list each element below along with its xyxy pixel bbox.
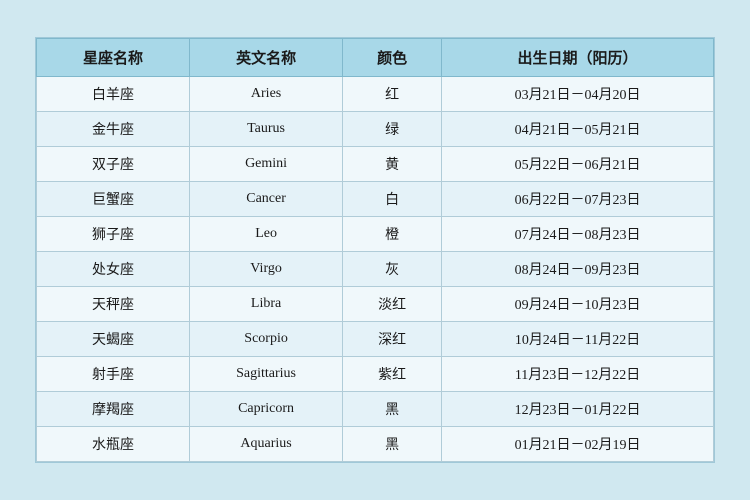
- cell-dates: 05月22日－06月21日: [442, 147, 714, 182]
- table-body: 白羊座Aries红03月21日－04月20日金牛座Taurus绿04月21日－0…: [37, 77, 714, 462]
- cell-color: 白: [343, 182, 442, 217]
- header-english-name: 英文名称: [190, 39, 343, 77]
- table-row: 摩羯座Capricorn黑12月23日－01月22日: [37, 392, 714, 427]
- table-row: 狮子座Leo橙07月24日－08月23日: [37, 217, 714, 252]
- table-row: 金牛座Taurus绿04月21日－05月21日: [37, 112, 714, 147]
- cell-chinese-name: 处女座: [37, 252, 190, 287]
- zodiac-table-container: 星座名称 英文名称 颜色 出生日期（阳历） 白羊座Aries红03月21日－04…: [35, 37, 715, 463]
- cell-english-name: Aries: [190, 77, 343, 112]
- cell-english-name: Capricorn: [190, 392, 343, 427]
- cell-english-name: Scorpio: [190, 322, 343, 357]
- cell-english-name: Aquarius: [190, 427, 343, 462]
- cell-color: 黄: [343, 147, 442, 182]
- cell-english-name: Sagittarius: [190, 357, 343, 392]
- cell-english-name: Gemini: [190, 147, 343, 182]
- cell-dates: 08月24日－09月23日: [442, 252, 714, 287]
- cell-color: 黑: [343, 392, 442, 427]
- table-row: 处女座Virgo灰08月24日－09月23日: [37, 252, 714, 287]
- cell-dates: 10月24日－11月22日: [442, 322, 714, 357]
- cell-dates: 01月21日－02月19日: [442, 427, 714, 462]
- cell-dates: 09月24日－10月23日: [442, 287, 714, 322]
- cell-english-name: Libra: [190, 287, 343, 322]
- cell-color: 橙: [343, 217, 442, 252]
- cell-chinese-name: 射手座: [37, 357, 190, 392]
- cell-english-name: Leo: [190, 217, 343, 252]
- cell-chinese-name: 天秤座: [37, 287, 190, 322]
- cell-dates: 12月23日－01月22日: [442, 392, 714, 427]
- cell-english-name: Cancer: [190, 182, 343, 217]
- cell-chinese-name: 巨蟹座: [37, 182, 190, 217]
- cell-chinese-name: 天蝎座: [37, 322, 190, 357]
- cell-chinese-name: 金牛座: [37, 112, 190, 147]
- cell-color: 灰: [343, 252, 442, 287]
- cell-color: 深红: [343, 322, 442, 357]
- cell-dates: 06月22日－07月23日: [442, 182, 714, 217]
- cell-color: 黑: [343, 427, 442, 462]
- cell-english-name: Virgo: [190, 252, 343, 287]
- cell-chinese-name: 水瓶座: [37, 427, 190, 462]
- header-color: 颜色: [343, 39, 442, 77]
- table-row: 水瓶座Aquarius黑01月21日－02月19日: [37, 427, 714, 462]
- table-header-row: 星座名称 英文名称 颜色 出生日期（阳历）: [37, 39, 714, 77]
- cell-color: 紫红: [343, 357, 442, 392]
- table-row: 白羊座Aries红03月21日－04月20日: [37, 77, 714, 112]
- cell-dates: 04月21日－05月21日: [442, 112, 714, 147]
- cell-chinese-name: 狮子座: [37, 217, 190, 252]
- cell-chinese-name: 双子座: [37, 147, 190, 182]
- cell-dates: 11月23日－12月22日: [442, 357, 714, 392]
- cell-chinese-name: 摩羯座: [37, 392, 190, 427]
- table-row: 双子座Gemini黄05月22日－06月21日: [37, 147, 714, 182]
- table-row: 天秤座Libra淡红09月24日－10月23日: [37, 287, 714, 322]
- table-row: 射手座Sagittarius紫红11月23日－12月22日: [37, 357, 714, 392]
- table-row: 巨蟹座Cancer白06月22日－07月23日: [37, 182, 714, 217]
- zodiac-table: 星座名称 英文名称 颜色 出生日期（阳历） 白羊座Aries红03月21日－04…: [36, 38, 714, 462]
- cell-dates: 03月21日－04月20日: [442, 77, 714, 112]
- cell-chinese-name: 白羊座: [37, 77, 190, 112]
- cell-color: 绿: [343, 112, 442, 147]
- header-dates: 出生日期（阳历）: [442, 39, 714, 77]
- cell-english-name: Taurus: [190, 112, 343, 147]
- cell-color: 淡红: [343, 287, 442, 322]
- header-chinese-name: 星座名称: [37, 39, 190, 77]
- cell-color: 红: [343, 77, 442, 112]
- table-row: 天蝎座Scorpio深红10月24日－11月22日: [37, 322, 714, 357]
- cell-dates: 07月24日－08月23日: [442, 217, 714, 252]
